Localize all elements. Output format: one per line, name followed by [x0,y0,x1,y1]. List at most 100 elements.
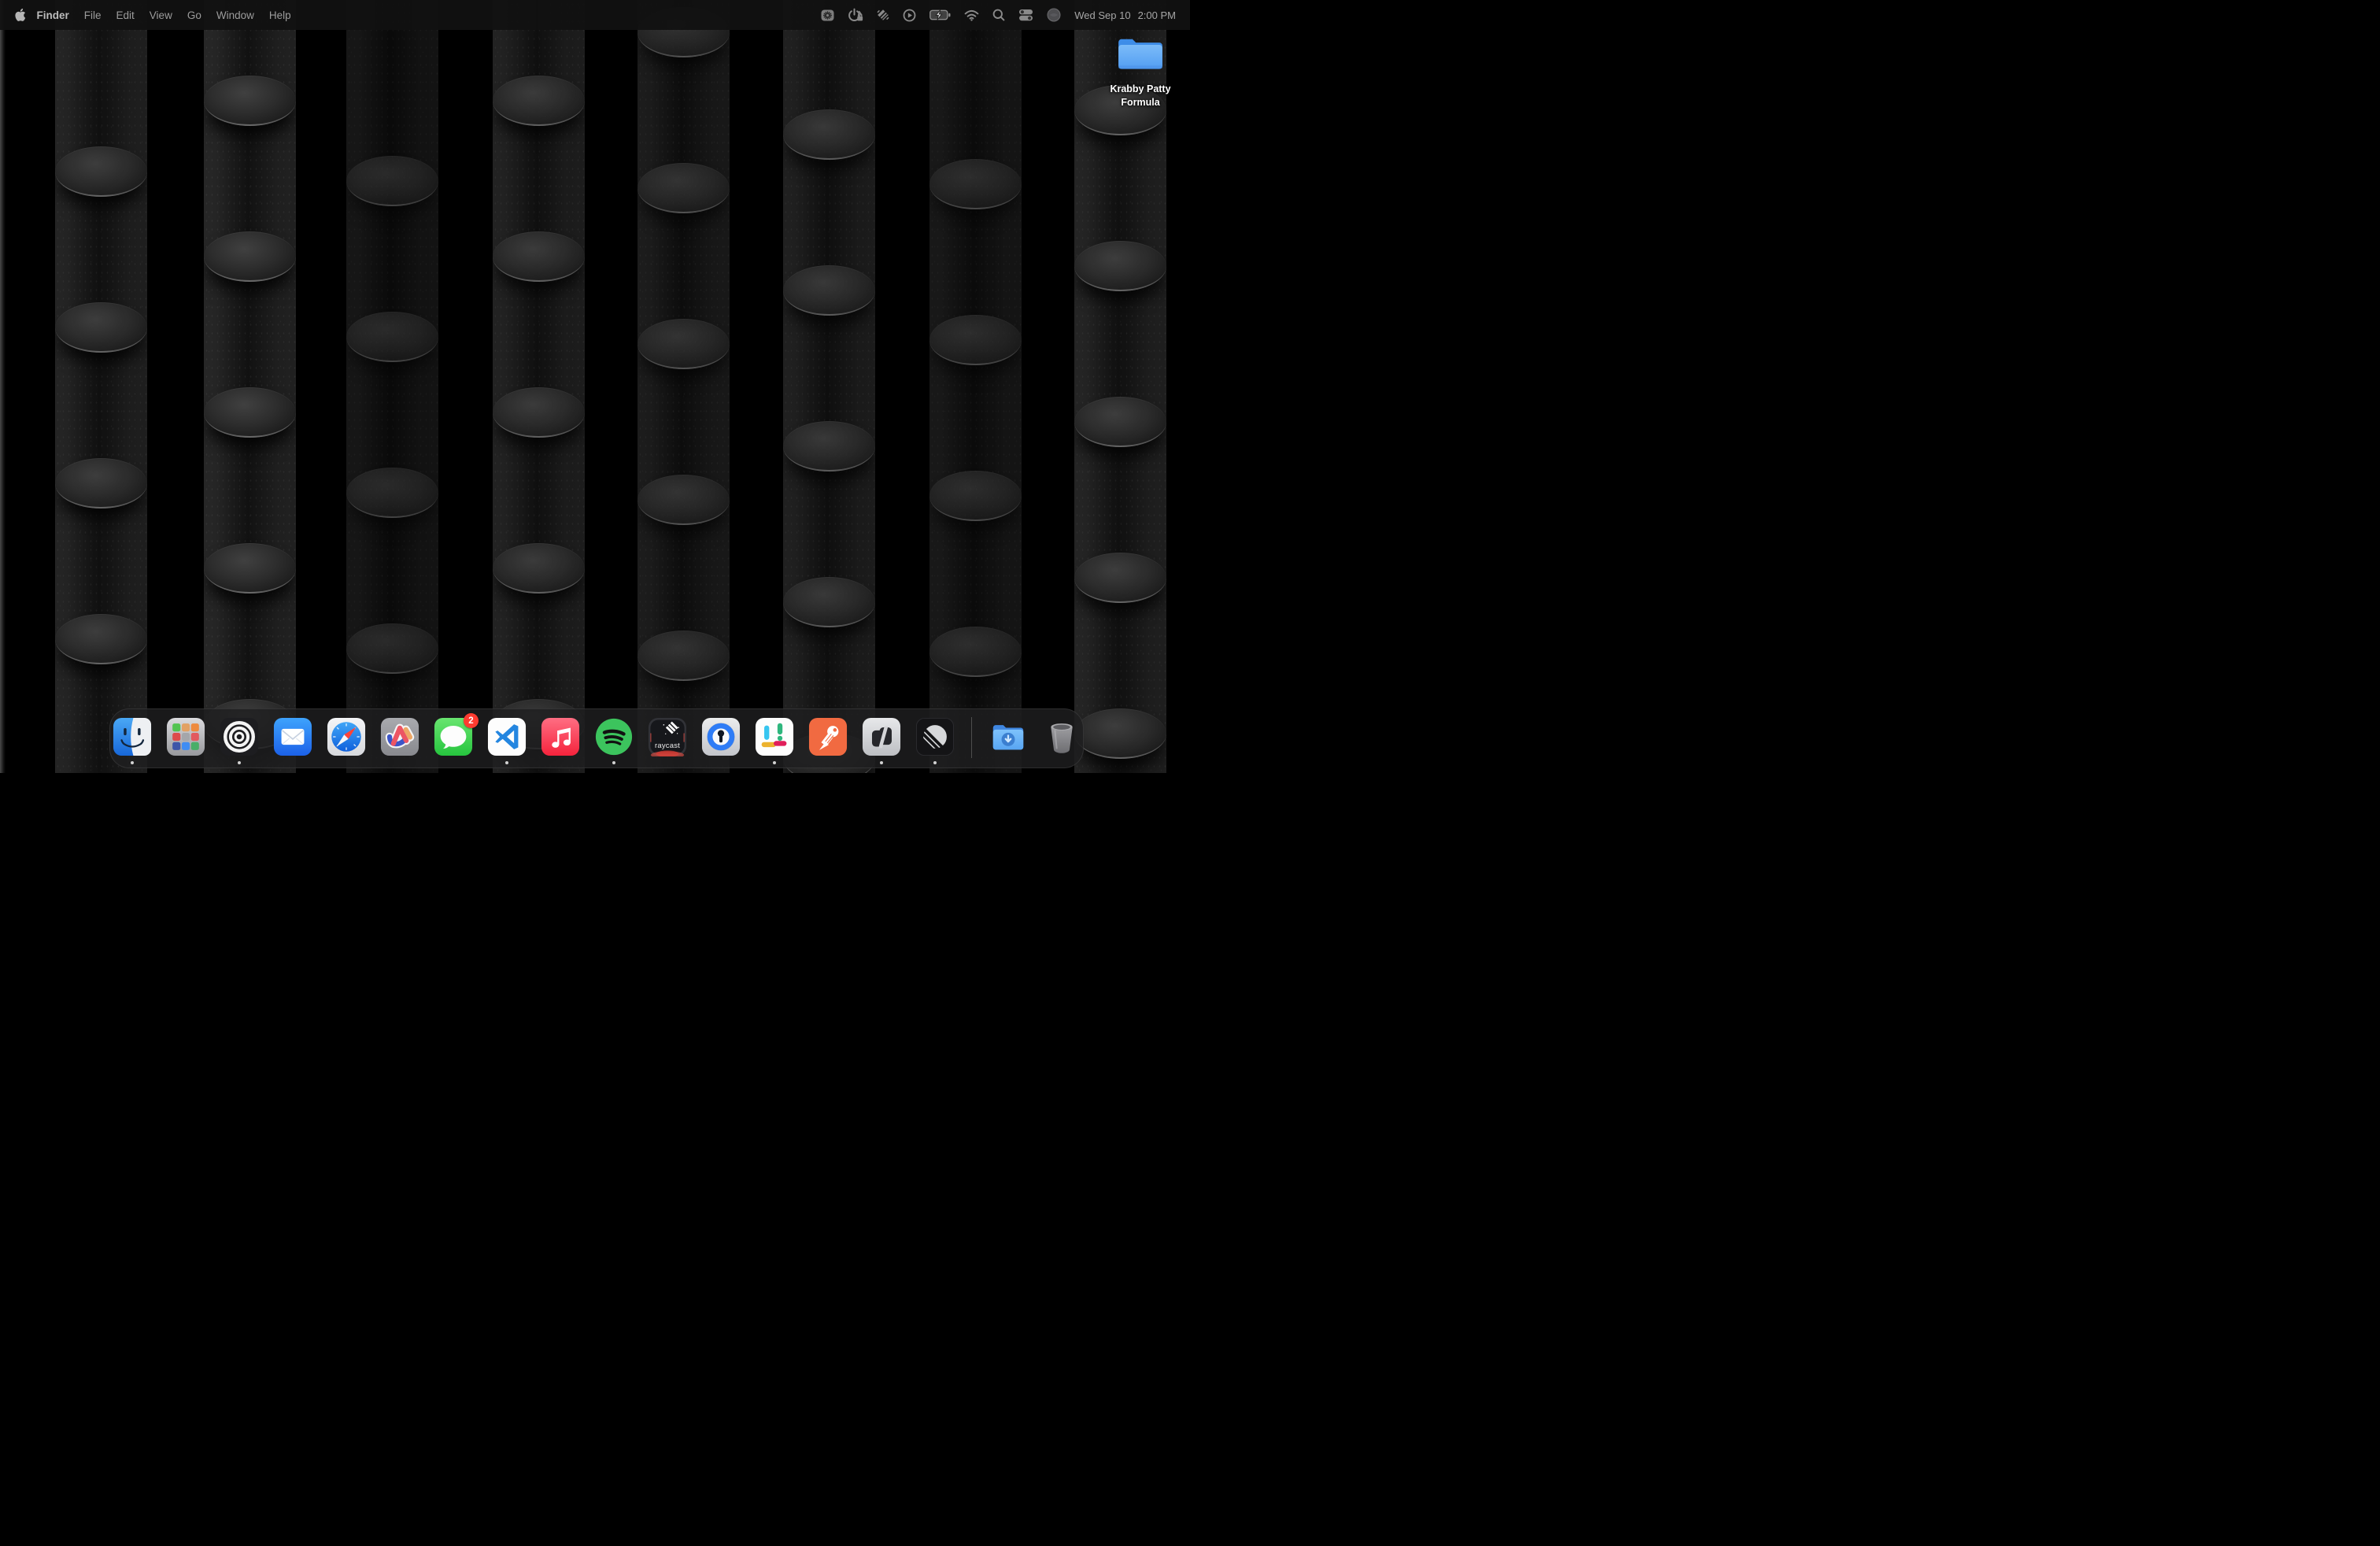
trash-icon [1042,717,1081,756]
menu-bar: Finder File Edit View Go Window Help [0,0,1190,30]
menu-go[interactable]: Go [179,9,209,21]
wallpaper-cylinder-cap [346,312,438,362]
notification-badge: 2 [464,713,479,728]
wallpaper-cylinder-cap [783,109,875,160]
raycast-tile-label: raycast [648,742,687,750]
wallpaper-cylinder-cap [204,76,296,126]
running-indicator [773,761,776,764]
arc-browser-icon [380,717,419,756]
dock-messages[interactable]: 2 [434,717,473,756]
wallpaper-cylinder-cap [929,627,1022,677]
dock-vscode[interactable] [487,717,527,756]
wallpaper-cylinder-cap [493,387,585,438]
dock-finder[interactable] [113,717,152,756]
menu-finder[interactable]: Finder [29,9,76,21]
dock-separator [971,717,972,758]
wallpaper-cylinder-cap [783,577,875,627]
spotlight-search-icon[interactable] [992,9,1005,21]
menu-help[interactable]: Help [261,9,298,21]
wallpaper-cylinder-cap [638,475,730,525]
wallpaper-cylinder-cap [1074,708,1166,759]
running-indicator [933,761,937,764]
wallpaper-edge-sliver [0,0,6,773]
wallpaper-cylinder-cap [55,458,147,509]
running-indicator [880,761,883,764]
dock-downloads-folder[interactable] [989,717,1028,756]
folder-label: Krabby Patty Formula [1093,83,1188,109]
running-indicator [612,761,615,764]
wallpaper-cylinder-cap [1074,241,1166,291]
postman-icon [808,717,848,756]
menu-window[interactable]: Window [209,9,261,21]
wallpaper-cylinder-cap [783,265,875,316]
battery-charging-icon[interactable] [929,9,951,20]
dock-raycast[interactable]: raycast [648,717,687,756]
wallpaper [0,0,1190,773]
wallpaper-cylinder-cap [783,421,875,472]
linear-icon [915,717,955,756]
launchpad-icon [166,717,205,756]
menu-file[interactable]: File [76,9,109,21]
wallpaper-cylinder-cap [493,543,585,594]
apple-menu-icon[interactable] [14,8,26,22]
safari-icon [327,717,366,756]
menu-bar-clock[interactable]: Wed Sep 102:00 PM [1074,9,1176,21]
control-center-icon[interactable] [1018,9,1033,21]
menu-bar-left: Finder File Edit View Go Window Help [0,8,298,22]
wallpaper-cylinder-cap [929,315,1022,365]
wallpaper-cylinder-cap [204,387,296,438]
raycast-icon [648,717,687,756]
slack-icon [755,717,794,756]
dock-spotify[interactable] [594,717,634,756]
wallpaper-cylinder-cap [1074,553,1166,603]
glitch-tile-menu-icon[interactable] [877,9,889,21]
wifi-icon[interactable] [964,9,979,21]
wallpaper-cylinder-cap [346,156,438,206]
dock-concentric-circles-app[interactable] [220,717,259,756]
sunburst-menu-icon[interactable] [821,9,834,22]
now-playing-menu-icon[interactable] [903,9,916,22]
mail-icon [273,717,312,756]
wallpaper-cylinder-cap [204,543,296,594]
vscode-icon [487,717,527,756]
wallpaper-cylinder-cap [1074,397,1166,447]
music-icon [541,717,580,756]
dock-linear[interactable] [915,717,955,756]
running-indicator [238,761,241,764]
dock-1password[interactable] [701,717,741,756]
concentric-circles-icon [220,717,259,756]
dock-mail[interactable] [273,717,312,756]
wallpaper-cylinder-cap [346,623,438,674]
dock-arc[interactable] [380,717,419,756]
wallpaper-cylinder-cap [346,468,438,518]
power-lock-menu-icon[interactable] [848,8,863,22]
dock-trash[interactable] [1042,717,1081,756]
clock-time: 2:00 PM [1138,9,1176,21]
wallpaper-cylinder-cap [638,163,730,213]
running-indicator [131,761,134,764]
finder-icon [113,717,152,756]
menu-view[interactable]: View [142,9,179,21]
round-texture-menu-icon[interactable] [1047,8,1061,22]
wallpaper-cylinder-cap [493,231,585,282]
menu-edit[interactable]: Edit [109,9,142,21]
wallpaper-cylinder-cap [638,631,730,681]
wallpaper-cylinder-cap [204,231,296,282]
dock-postman[interactable] [808,717,848,756]
zed-icon [862,717,901,756]
dock-slack[interactable] [755,717,794,756]
menu-bar-status: Wed Sep 102:00 PM [821,8,1190,22]
desktop-folder-krabby-patty-formula[interactable]: Krabby Patty Formula [1093,35,1188,109]
wallpaper-cylinder-cap [55,302,147,353]
dock-safari[interactable] [327,717,366,756]
dock-launchpad[interactable] [166,717,205,756]
dock-music[interactable] [541,717,580,756]
spotify-icon [594,717,634,756]
dock-zed[interactable] [862,717,901,756]
wallpaper-cylinder-cap [929,159,1022,209]
wallpaper-cylinder-cap [638,319,730,369]
1password-icon [701,717,741,756]
wallpaper-cylinder-cap [493,76,585,126]
macos-desktop: Finder File Edit View Go Window Help [0,0,1190,773]
wallpaper-cylinder-cap [55,146,147,197]
